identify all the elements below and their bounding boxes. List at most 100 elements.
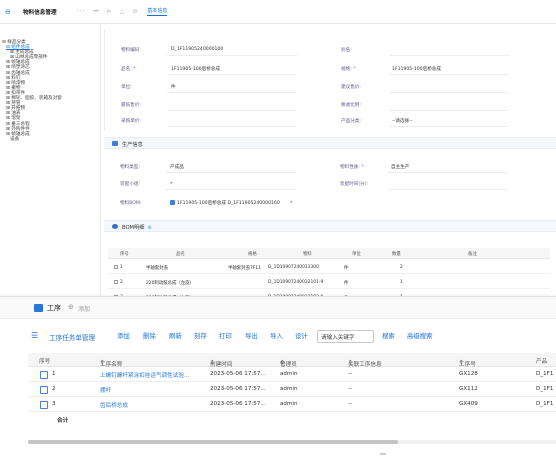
tax-rate-label: 税收比例: bbox=[341, 103, 361, 108]
add-circle-icon[interactable]: ⊕ bbox=[68, 303, 74, 311]
name-value[interactable]: 1F11905-100后桥总成 bbox=[171, 66, 220, 72]
design-button[interactable]: 设计 bbox=[295, 331, 308, 342]
bom-checked-icon[interactable] bbox=[170, 199, 175, 205]
product-category-select[interactable]: --请选择-- bbox=[392, 118, 412, 124]
search-button[interactable]: 搜索 bbox=[382, 331, 395, 342]
row-checkbox[interactable] bbox=[40, 386, 48, 394]
name-label: 品名: * bbox=[121, 67, 136, 72]
process-cell-product: D_1F1 bbox=[536, 386, 554, 392]
bom-col-header: 单位 bbox=[352, 252, 361, 257]
production-section-header: 生产信息 bbox=[104, 137, 556, 149]
warning-icon[interactable]: △ bbox=[120, 8, 125, 15]
more-menu-icon[interactable]: ··· bbox=[77, 8, 86, 15]
assemble-group-picker[interactable]: » bbox=[170, 181, 173, 186]
process-cell-created: 2023-05-06 17:57... bbox=[210, 371, 266, 377]
process-window: 工序 ⊕ 添加 ☰ 工序任务单管理 添加 删除 刷新 刻存 打印 导出 导入 设… bbox=[0, 296, 556, 458]
unit-value[interactable]: 件 bbox=[171, 84, 176, 90]
bom-row[interactable]: 1 半轴套封盖 半轴套封盖7F11 D_1D10907240013300 件 2 bbox=[108, 260, 550, 274]
bom-cell-spec: 半轴套封盖7F11 bbox=[228, 265, 261, 271]
export-button[interactable]: 导出 bbox=[245, 331, 258, 342]
forward-icon[interactable]: ⊳ bbox=[107, 8, 112, 15]
code-label: 物料编码: bbox=[121, 48, 141, 53]
process-window-header: 工序 ⊕ 添加 bbox=[0, 297, 556, 319]
process-row[interactable]: 2 摆杆 2023-05-06 17:57... admin -- GX112 D_1F1 bbox=[28, 382, 556, 397]
process-window-icon bbox=[34, 304, 43, 312]
bom-row[interactable]: 2 220制动鼓总成（左旋） D_1D10907240032101-9 件 1 bbox=[108, 275, 550, 289]
process-cell-admin: admin bbox=[280, 386, 298, 392]
min-price-label: 最低售价: bbox=[121, 103, 141, 108]
bom-value[interactable]: 1F11905-100后桥总成 D_1F11905240000160 bbox=[177, 200, 280, 206]
production-section-icon bbox=[112, 141, 118, 146]
toolbar-title: 工序任务单管理 bbox=[49, 334, 96, 342]
bom-col-header: 规格 bbox=[248, 252, 257, 257]
spec-value[interactable]: 1F11905-100后桥总成 bbox=[392, 66, 441, 72]
process-cell-name[interactable]: 上螺钉螺杆紧涂扣挂运气调性试验... bbox=[100, 371, 189, 379]
alias-label: 别名: bbox=[341, 48, 352, 53]
bom-row-checkbox[interactable] bbox=[114, 264, 118, 269]
refresh-button[interactable]: 刷新 bbox=[169, 331, 182, 342]
purchase-price-label: 采购单价: bbox=[121, 119, 141, 124]
total-label: 合计 bbox=[57, 418, 69, 424]
import-button[interactable]: 导入 bbox=[270, 331, 283, 342]
col-product[interactable]: 产品 bbox=[536, 357, 547, 365]
tree-node[interactable]: 设备 bbox=[2, 137, 100, 142]
bom-cell-no: 1 bbox=[120, 264, 123, 270]
process-cell-proc-no: GX112 bbox=[459, 386, 478, 392]
bom-col-header: 物料 bbox=[303, 252, 312, 257]
bom-section-title: BOM明细 ⊕ bbox=[122, 224, 152, 231]
scrollbar-thumb[interactable] bbox=[28, 440, 398, 444]
material-detail-panel: 物料编码: D_1F11905240000100 别名: 品名: * 1F119… bbox=[104, 30, 556, 304]
bom-cell-qty: 1 bbox=[400, 279, 403, 285]
bom-cell-no: 2 bbox=[120, 279, 123, 285]
bom-row-checkbox[interactable] bbox=[114, 279, 118, 284]
process-cell-no: 2 bbox=[52, 386, 56, 392]
row-checkbox[interactable] bbox=[40, 371, 48, 379]
process-cell-no: 1 bbox=[52, 371, 56, 377]
tab-basic-info[interactable]: 基本信息 bbox=[147, 7, 168, 16]
basic-info-form: 物料编码: D_1F11905240000100 别名: 品名: * 1F119… bbox=[104, 30, 556, 130]
save-button[interactable]: 刻存 bbox=[194, 331, 207, 342]
process-row[interactable]: 1 上螺钉螺杆紧涂扣挂运气调性试验... 2023-05-06 17:57... ad… bbox=[28, 367, 556, 382]
col-no[interactable]: 序号 bbox=[39, 357, 50, 365]
attr-label: 物料性质: * bbox=[340, 165, 364, 170]
assemble-group-label: 装配小组: bbox=[120, 182, 140, 187]
attr-value[interactable]: 自主生产 bbox=[391, 164, 409, 170]
keyword-search-input[interactable]: 请输入关键字 bbox=[317, 330, 374, 343]
row-checkbox[interactable] bbox=[40, 401, 48, 409]
advanced-search-button[interactable]: 高级搜索 bbox=[407, 331, 433, 342]
process-cell-related: -- bbox=[348, 371, 353, 377]
process-cell-proc-no: GX128 bbox=[459, 371, 478, 377]
bom-more-icon[interactable]: » bbox=[290, 200, 293, 205]
assemble-time-label: 装配时间(分): bbox=[340, 182, 369, 187]
add-button[interactable]: 添加 bbox=[117, 331, 130, 342]
back-icon[interactable]: ⏮ bbox=[93, 8, 98, 16]
hamburger-menu-icon[interactable]: ☰ bbox=[31, 332, 38, 340]
delete-button[interactable]: 删除 bbox=[143, 331, 156, 342]
process-toolbar: ☰ 工序任务单管理 添加 删除 刷新 刻存 打印 导出 导入 设计 请输入关键字… bbox=[0, 329, 556, 345]
category-tree: ⊟ 样品分类 ⊟ 组件总成 ⊞ 主成总成 ⊞ 山林总成零部件 ⊞ 帧轴总成 ⊞ 喷塑涂芯 ⊞… bbox=[0, 24, 101, 300]
top-window-header: ⊖ 物料信息管理 ··· ⏮ ⊳ △ ⊜ 基本信息 bbox=[0, 0, 556, 24]
print-button[interactable]: 打印 bbox=[219, 331, 232, 342]
process-grid-header: 序号 工序名称 ⇕ 创建时间 ⇕ 管理员 ⇕ 关联工序信息 ⇕ 工序号 ⇕ 产品 bbox=[28, 353, 556, 368]
process-cell-related: -- bbox=[348, 386, 353, 392]
bom-label: 物料BOM: bbox=[120, 201, 142, 206]
process-row[interactable]: 3 齿后桥总成 2023-05-06 17:57... admin -- GX409 D_1… bbox=[28, 397, 556, 412]
process-cell-product: D_1F1 bbox=[536, 401, 554, 407]
header-add-link[interactable]: 添加 bbox=[78, 304, 90, 313]
bom-add-icon[interactable]: ⊕ bbox=[147, 225, 151, 231]
process-cell-product: D_1F1 bbox=[536, 371, 554, 377]
horizontal-scrollbar[interactable] bbox=[28, 440, 556, 444]
bom-cell-name: 半轴套封盖 bbox=[146, 265, 168, 271]
bom-section-icon bbox=[112, 224, 118, 229]
type-value[interactable]: 产成品 bbox=[170, 164, 184, 170]
process-cell-created: 2023-05-06 17:57... bbox=[210, 401, 266, 407]
suggest-price-label: 建议售价: bbox=[341, 85, 361, 90]
code-value[interactable]: D_1F11905240000100 bbox=[171, 47, 223, 52]
resize-handle[interactable] bbox=[380, 453, 386, 455]
bom-col-header: 数量 bbox=[392, 252, 401, 257]
process-cell-name[interactable]: 摆杆 bbox=[100, 386, 111, 394]
refresh-icon[interactable]: ⊜ bbox=[132, 8, 137, 15]
bom-cell-code: D_1D10907240032101-9 bbox=[268, 279, 324, 285]
bom-cell-code: D_1D10907240013300 bbox=[268, 264, 319, 270]
process-cell-name[interactable]: 齿后桥总成 bbox=[100, 401, 128, 409]
